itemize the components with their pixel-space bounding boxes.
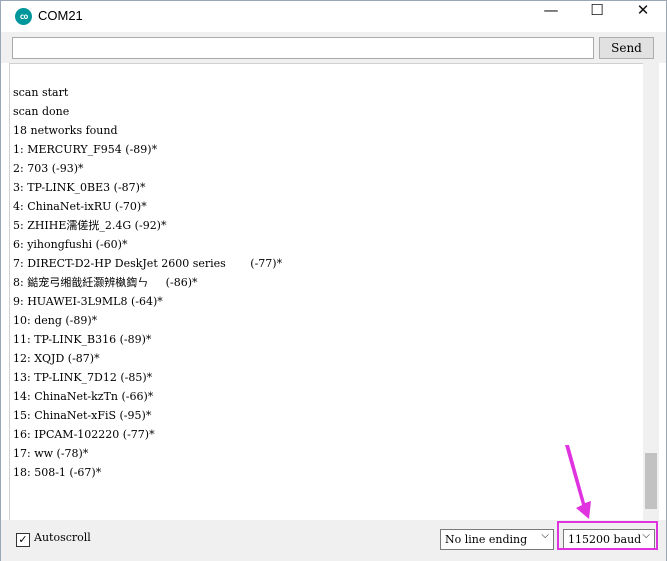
output-line: 12: XQJD (-87)* <box>13 352 100 365</box>
output-line: scan done <box>13 105 70 118</box>
output-line: 18 networks found <box>13 124 118 137</box>
send-button[interactable]: Send <box>599 37 654 59</box>
output-line: 3: TP-LINK_0BE3 (-87)* <box>13 181 146 194</box>
output-line: 17: ww (-78)* <box>13 447 89 460</box>
autoscroll-label: Autoscroll <box>34 531 91 544</box>
maximize-button[interactable]: ☐ <box>574 1 620 32</box>
output-line: 8: 鐑宠弓缃戠紝灏辨槸鍧ㄣ (-86)* <box>13 276 198 289</box>
send-input[interactable] <box>12 37 594 59</box>
scrollbar-thumb[interactable] <box>645 453 657 509</box>
output-line: 2: 703 (-93)* <box>13 162 84 175</box>
serial-output[interactable]: scan start scan done 18 networks found 1: M… <box>9 63 644 520</box>
output-line: 18: 508-1 (-67)* <box>13 466 102 479</box>
output-line: 14: ChinaNet-kzTn (-66)* <box>13 390 154 403</box>
output-line: 7: DIRECT-D2-HP DeskJet 2600 series (-77… <box>13 257 283 270</box>
output-line: 15: ChinaNet-xFiS (-95)* <box>13 409 152 422</box>
output-line: 9: HUAWEI-3L9ML8 (-64)* <box>13 295 163 308</box>
chevron-down-icon: ⌵ <box>541 530 549 541</box>
line-ending-value: No line ending <box>445 533 528 546</box>
send-bar: Send <box>1 32 666 63</box>
output-line: 11: TP-LINK_B316 (-89)* <box>13 333 152 346</box>
output-line: 4: ChinaNet-ixRU (-70)* <box>13 200 147 213</box>
title-bar: co COM21 — ☐ ✕ <box>1 1 666 32</box>
annotation-arrow <box>565 445 591 519</box>
output-line: 1: MERCURY_F954 (-89)* <box>13 143 158 156</box>
output-line: 16: IPCAM-102220 (-77)* <box>13 428 155 441</box>
line-ending-select[interactable]: No line ending ⌵ <box>440 529 554 550</box>
output-line: 6: yihongfushi (-60)* <box>13 238 128 251</box>
autoscroll-checkbox[interactable]: ✓ <box>16 533 30 547</box>
output-line: scan start <box>13 86 69 99</box>
output-line: 5: ZHIHE濡傞挄_2.4G (-92)* <box>13 219 167 232</box>
minimize-button[interactable]: — <box>528 1 574 32</box>
vertical-scrollbar[interactable] <box>643 63 659 520</box>
output-line: 10: deng (-89)* <box>13 314 98 327</box>
baud-highlight-box <box>557 521 658 550</box>
output-line: 13: TP-LINK_7D12 (-85)* <box>13 371 153 384</box>
close-button[interactable]: ✕ <box>620 1 666 32</box>
arduino-icon: co <box>15 8 32 25</box>
window-title: COM21 <box>38 8 83 23</box>
output-lines: scan start scan done 18 networks found 1: M… <box>13 83 282 482</box>
